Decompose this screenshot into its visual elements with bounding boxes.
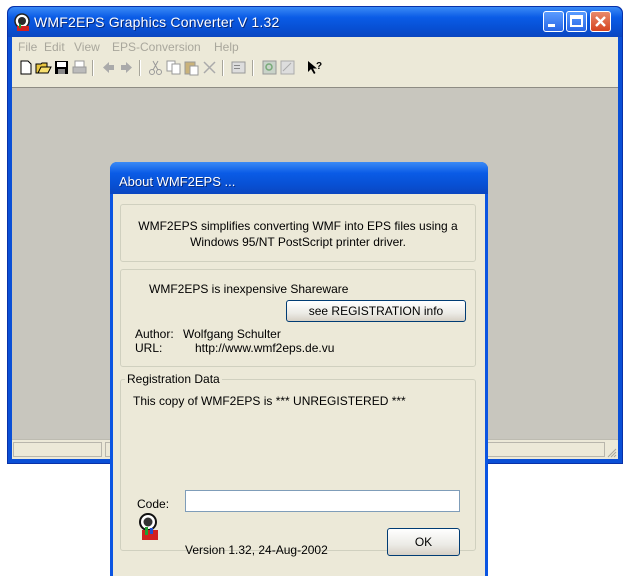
registration-group: Registration Data This copy of WMF2EPS i… bbox=[120, 372, 476, 551]
ok-button[interactable]: OK bbox=[387, 528, 460, 556]
menu-file[interactable]: File bbox=[18, 40, 37, 54]
zoom-in-icon[interactable] bbox=[261, 59, 278, 76]
description-group: WMF2EPS simplifies converting WMF into E… bbox=[120, 204, 476, 262]
menu-view[interactable]: View bbox=[74, 40, 100, 54]
registration-group-label: Registration Data bbox=[125, 372, 222, 386]
properties-icon[interactable] bbox=[230, 59, 247, 76]
menu-eps-conversion[interactable]: EPS-Conversion bbox=[112, 40, 201, 54]
app-logo-icon bbox=[139, 513, 158, 540]
toolbar-separator bbox=[139, 60, 141, 76]
registration-info-button[interactable]: see REGISTRATION info bbox=[286, 300, 466, 322]
menu-bar: File Edit View EPS-Conversion Help bbox=[12, 37, 618, 55]
toolbar: ? bbox=[12, 57, 618, 81]
code-label: Code: bbox=[137, 497, 170, 511]
open-folder-icon[interactable] bbox=[35, 59, 52, 76]
new-file-icon[interactable] bbox=[17, 59, 34, 76]
code-input[interactable] bbox=[185, 490, 460, 512]
close-icon bbox=[595, 16, 606, 27]
copy-icon[interactable] bbox=[165, 59, 182, 76]
toolbar-separator bbox=[92, 60, 94, 76]
resize-grip-icon[interactable] bbox=[605, 446, 617, 458]
registration-status: This copy of WMF2EPS is *** UNREGISTERED… bbox=[133, 394, 406, 408]
dialog-body: WMF2EPS simplifies converting WMF into E… bbox=[113, 194, 485, 576]
toolbar-separator bbox=[252, 60, 254, 76]
forward-arrow-icon[interactable] bbox=[118, 59, 135, 76]
dialog-titlebar[interactable]: About WMF2EPS ... bbox=[110, 162, 488, 194]
author-label: Author: bbox=[135, 327, 174, 341]
minimize-icon bbox=[548, 24, 555, 27]
save-icon[interactable] bbox=[53, 59, 70, 76]
author-value: Wolfgang Schulter bbox=[183, 327, 281, 341]
context-help-icon[interactable]: ? bbox=[306, 59, 323, 76]
about-dialog: About WMF2EPS ... WMF2EPS simplifies con… bbox=[110, 162, 488, 576]
shareware-text: WMF2EPS is inexpensive Shareware bbox=[149, 282, 349, 296]
shareware-group: WMF2EPS is inexpensive Shareware see REG… bbox=[120, 269, 476, 367]
window-title: WMF2EPS Graphics Converter V 1.32 bbox=[34, 14, 280, 30]
maximize-icon bbox=[570, 15, 583, 27]
status-pane bbox=[13, 442, 102, 457]
menu-help[interactable]: Help bbox=[214, 40, 239, 54]
menu-edit[interactable]: Edit bbox=[44, 40, 65, 54]
dialog-title: About WMF2EPS ... bbox=[119, 174, 236, 189]
paste-icon[interactable] bbox=[183, 59, 200, 76]
svg-text:?: ? bbox=[316, 61, 322, 72]
url-value: http://www.wmf2eps.de.vu bbox=[195, 341, 335, 355]
minimize-button[interactable] bbox=[543, 11, 564, 32]
maximize-button[interactable] bbox=[566, 11, 587, 32]
zoom-out-icon[interactable] bbox=[279, 59, 296, 76]
delete-icon[interactable] bbox=[201, 59, 218, 76]
main-titlebar[interactable]: WMF2EPS Graphics Converter V 1.32 bbox=[8, 7, 622, 37]
print-icon[interactable] bbox=[71, 59, 88, 76]
back-arrow-icon[interactable] bbox=[100, 59, 117, 76]
app-logo-icon bbox=[14, 13, 30, 31]
toolbar-separator bbox=[222, 60, 224, 76]
version-text: Version 1.32, 24-Aug-2002 bbox=[185, 543, 328, 557]
url-label: URL: bbox=[135, 341, 163, 355]
close-button[interactable] bbox=[590, 11, 611, 32]
description-text: WMF2EPS simplifies converting WMF into E… bbox=[138, 219, 458, 249]
cut-icon[interactable] bbox=[147, 59, 164, 76]
